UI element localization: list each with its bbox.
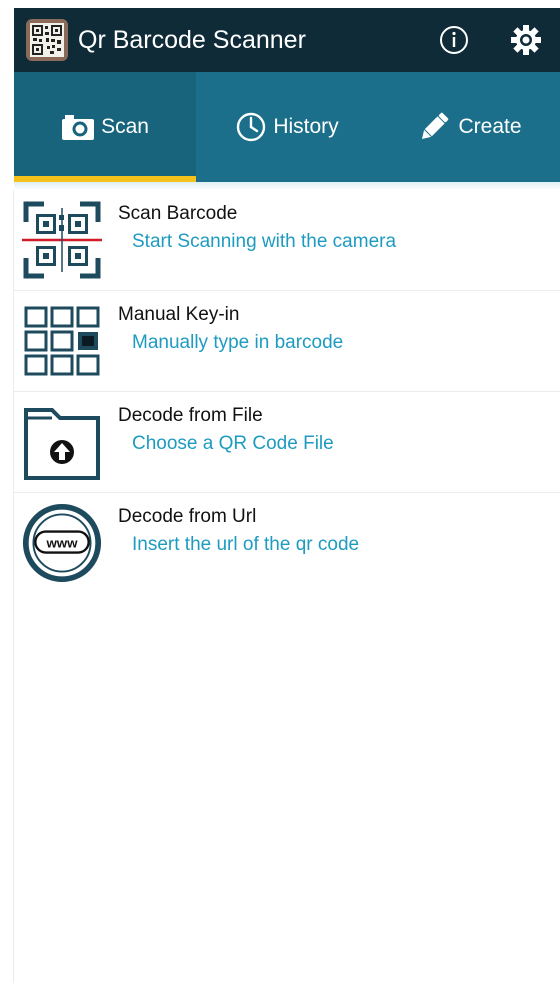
- status-strip: [0, 0, 560, 8]
- tab-history-label: History: [273, 115, 339, 138]
- tab-scan[interactable]: Scan: [14, 72, 196, 182]
- app-bar: Qr Barcode Scanner: [14, 8, 560, 72]
- item-subtitle: Choose a QR Code File: [132, 433, 334, 454]
- svg-text:www: www: [45, 536, 78, 551]
- tab-create[interactable]: Create: [378, 72, 560, 182]
- qr-scan-icon: [22, 198, 102, 282]
- keypad-icon: [22, 299, 102, 383]
- list-item-scan-barcode[interactable]: Scan Barcode Start Scanning with the cam…: [14, 190, 560, 291]
- pencil-icon: [416, 109, 452, 145]
- tab-bar: Scan History Create: [14, 72, 560, 182]
- gear-icon: [511, 25, 541, 55]
- qr-code-logo-icon: [26, 19, 68, 61]
- settings-button[interactable]: [506, 20, 546, 60]
- screen: Qr Barcode Scanner Scan History Create S…: [0, 0, 560, 983]
- item-title: Decode from File: [118, 405, 263, 426]
- item-title: Scan Barcode: [118, 203, 238, 224]
- list-item-manual-key-in[interactable]: Manual Key-in Manually type in barcode: [14, 291, 560, 392]
- action-list: Scan Barcode Start Scanning with the cam…: [14, 190, 560, 593]
- item-title: Manual Key-in: [118, 304, 240, 325]
- item-subtitle: Insert the url of the qr code: [132, 534, 360, 555]
- list-item-decode-file[interactable]: Decode from File Choose a QR Code File: [14, 392, 560, 493]
- info-button[interactable]: [434, 20, 474, 60]
- list-item-decode-url[interactable]: www Decode from Url Insert the url of th…: [14, 493, 560, 593]
- tab-history[interactable]: History: [196, 72, 378, 182]
- item-title: Decode from Url: [118, 506, 257, 527]
- tab-scan-label: Scan: [101, 115, 149, 138]
- item-subtitle: Manually type in barcode: [132, 332, 344, 353]
- app-title: Qr Barcode Scanner: [78, 25, 306, 54]
- folder-upload-icon: [22, 400, 102, 484]
- info-icon: [440, 26, 468, 54]
- camera-icon: [61, 113, 95, 141]
- tab-bar-shadow: [14, 182, 560, 190]
- clock-icon: [235, 111, 267, 143]
- www-globe-icon: www: [22, 501, 102, 585]
- item-subtitle: Start Scanning with the camera: [132, 231, 397, 252]
- tab-create-label: Create: [458, 115, 522, 138]
